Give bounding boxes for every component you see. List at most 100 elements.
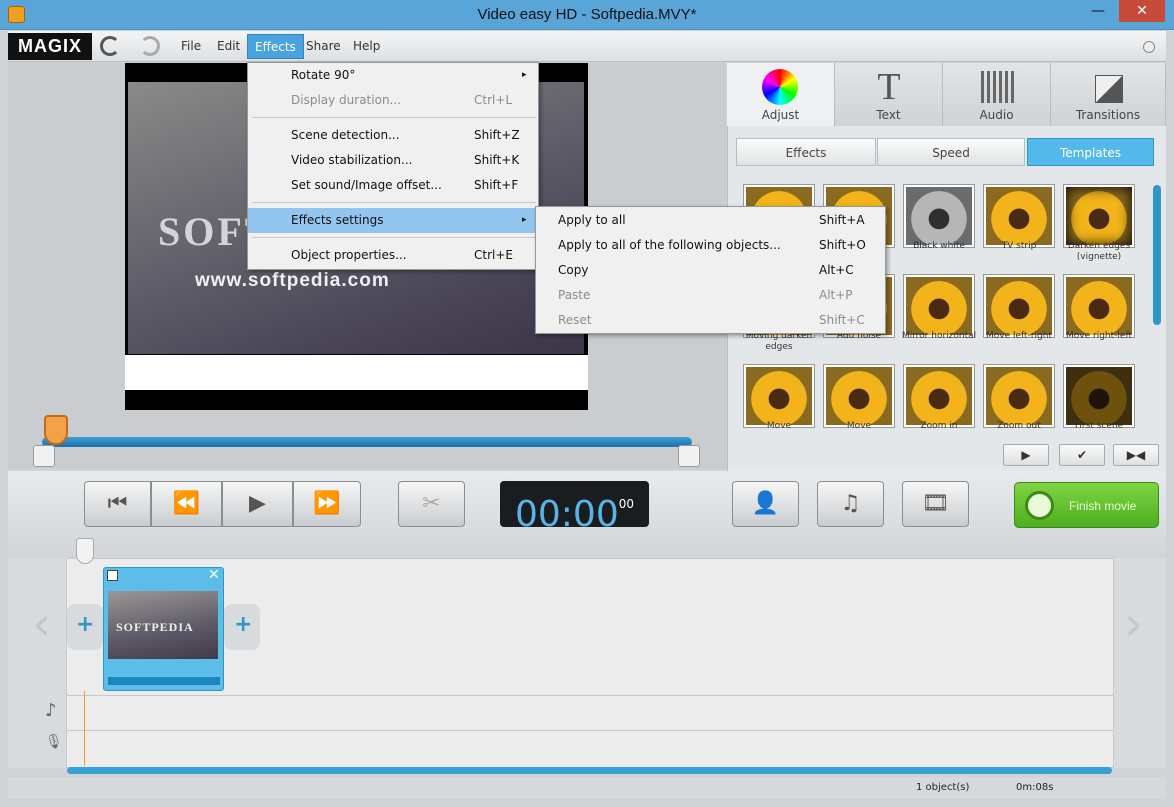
subtab-effects[interactable]: Effects	[736, 138, 876, 166]
play-button[interactable]: ▶	[222, 481, 293, 527]
skip-start-button[interactable]: ⏮	[84, 481, 151, 527]
menu-help[interactable]: Help	[346, 34, 387, 59]
waveform-icon	[981, 71, 1015, 103]
template-label: Move right-left	[1066, 331, 1132, 341]
template-tile-mirror-horizontal[interactable]	[903, 274, 975, 338]
template-tile-move[interactable]	[743, 364, 815, 428]
template-tile-move[interactable]	[823, 364, 895, 428]
preview-template-button[interactable]: ▶	[1003, 444, 1049, 466]
time-display: 00:0000	[500, 481, 649, 535]
object-count: 1 object(s)	[916, 782, 970, 793]
subtab-templates[interactable]: Templates	[1027, 138, 1154, 166]
menu-separator	[252, 117, 536, 118]
track-divider	[66, 695, 1114, 696]
template-label: Move	[846, 421, 872, 431]
menu-edit[interactable]: Edit	[210, 34, 247, 59]
insert-before-icon[interactable]: +	[76, 612, 94, 637]
subtab-speed[interactable]: Speed	[877, 138, 1025, 166]
menu-share[interactable]: Share	[299, 34, 348, 59]
redo-icon[interactable]	[140, 36, 160, 56]
add-music-button[interactable]: ♫	[817, 481, 884, 527]
tab-audio[interactable]: Audio	[943, 63, 1051, 126]
range-start-handle[interactable]	[33, 445, 55, 467]
template-tile-darken-edges[interactable]	[1063, 184, 1135, 248]
transition-icon	[1095, 75, 1123, 103]
playhead-line	[84, 691, 85, 766]
template-tile-black-white[interactable]	[903, 184, 975, 248]
status-bar	[8, 777, 1166, 799]
timeline-scrollbar[interactable]	[67, 767, 1112, 774]
add-photo-button[interactable]: 👤	[732, 481, 799, 527]
close-button[interactable]: ✕	[1119, 0, 1165, 22]
tab-transitions-label: Transitions	[1075, 108, 1141, 122]
template-label: Move left-right	[986, 331, 1052, 341]
tab-adjust-label: Adjust	[761, 108, 800, 122]
range-end-handle[interactable]	[678, 445, 700, 467]
template-tile-move-right-left[interactable]	[1063, 274, 1135, 338]
submenu-item-copy[interactable]: Copy Alt+C	[536, 258, 884, 283]
rewind-button[interactable]: ⏪	[151, 481, 222, 527]
timeline-right-gutter	[1114, 558, 1166, 768]
video-caption-url: www.softpedia.com	[195, 270, 390, 291]
menu-item-display-duration[interactable]: Display duration... Ctrl+L	[248, 88, 536, 113]
tab-adjust[interactable]: Adjust	[727, 63, 835, 126]
undo-icon[interactable]	[100, 36, 120, 56]
scissors-button[interactable]: ✂	[398, 481, 465, 527]
compare-template-button[interactable]: ▶◀	[1113, 444, 1159, 466]
color-wheel-icon	[762, 69, 798, 105]
template-label: Zoom in	[920, 421, 958, 431]
magix-logo: MAGIX	[8, 33, 92, 60]
tab-text[interactable]: T Text	[835, 63, 943, 126]
menu-file[interactable]: File	[174, 34, 208, 59]
scroll-left-icon[interactable]: ‹	[32, 600, 51, 648]
tab-text-label: Text	[876, 108, 901, 122]
template-label: Mirror horizontal	[901, 331, 977, 341]
template-label: Moving darken edges	[745, 331, 813, 352]
scroll-right-icon[interactable]: ›	[1124, 600, 1143, 648]
status-indicator-icon[interactable]	[1143, 41, 1155, 53]
finish-movie-button[interactable]: Finish movie	[1014, 482, 1159, 528]
menu-separator	[252, 237, 536, 238]
preview-scrubber[interactable]	[42, 437, 692, 447]
clip-checkbox[interactable]	[107, 570, 118, 581]
menu-item-effects-settings[interactable]: Effects settings ▸	[248, 208, 536, 233]
menu-item-object-properties[interactable]: Object properties... Ctrl+E	[248, 243, 536, 268]
menu-item-scene-detection[interactable]: Scene detection... Shift+Z	[248, 123, 536, 148]
template-tile-tv-strip[interactable]	[983, 184, 1055, 248]
template-label: TV strip	[1001, 241, 1037, 251]
submenu-item-apply-following[interactable]: Apply to all of the following objects...…	[536, 233, 884, 258]
template-tile-zoom-out[interactable]	[983, 364, 1055, 428]
template-tile-first-scene[interactable]	[1063, 364, 1135, 428]
submenu-item-reset[interactable]: Reset Shift+C	[536, 308, 884, 333]
finish-movie-label: Finish movie	[1069, 499, 1137, 513]
text-icon: T	[877, 66, 901, 108]
window-title: Video easy HD - Softpedia.MVY*	[477, 6, 697, 23]
clip-close-icon[interactable]: ✕	[208, 567, 220, 583]
video-bottom-area	[125, 355, 588, 390]
submenu-arrow-icon: ▸	[522, 70, 527, 80]
menu-item-sound-offset[interactable]: Set sound/Image offset... Shift+F	[248, 173, 536, 198]
time-value: 00:00	[514, 494, 619, 535]
clip-duration-bar	[108, 677, 220, 685]
timeline-playhead[interactable]	[76, 538, 94, 564]
menu-item-rotate[interactable]: Rotate 90° ▸	[248, 63, 536, 88]
submenu-arrow-icon: ▸	[522, 215, 527, 225]
panel-scrollbar[interactable]	[1153, 185, 1161, 325]
template-tile-zoom-in[interactable]	[903, 364, 975, 428]
menu-effects[interactable]: Effects	[247, 34, 304, 59]
menu-item-video-stabilization[interactable]: Video stabilization... Shift+K	[248, 148, 536, 173]
apply-template-button[interactable]: ✔	[1059, 444, 1105, 466]
insert-after-icon[interactable]: +	[234, 612, 252, 637]
clip-thumbnail-text: SOFTPEDIA	[116, 620, 194, 634]
playhead-handle[interactable]	[44, 415, 68, 445]
template-label: Zoom out	[997, 421, 1041, 431]
tab-transitions[interactable]: Transitions	[1051, 63, 1166, 126]
submenu-item-apply-to-all[interactable]: Apply to all Shift+A	[536, 208, 884, 233]
add-video-button[interactable]: 🎞	[902, 481, 969, 527]
minimize-button[interactable]: —	[1081, 0, 1115, 22]
template-tile-move-left-right[interactable]	[983, 274, 1055, 338]
submenu-item-paste[interactable]: Paste Alt+P	[536, 283, 884, 308]
tab-audio-label: Audio	[979, 108, 1014, 122]
fast-forward-button[interactable]: ⏩	[293, 481, 361, 527]
template-label: First scene	[1074, 421, 1124, 431]
